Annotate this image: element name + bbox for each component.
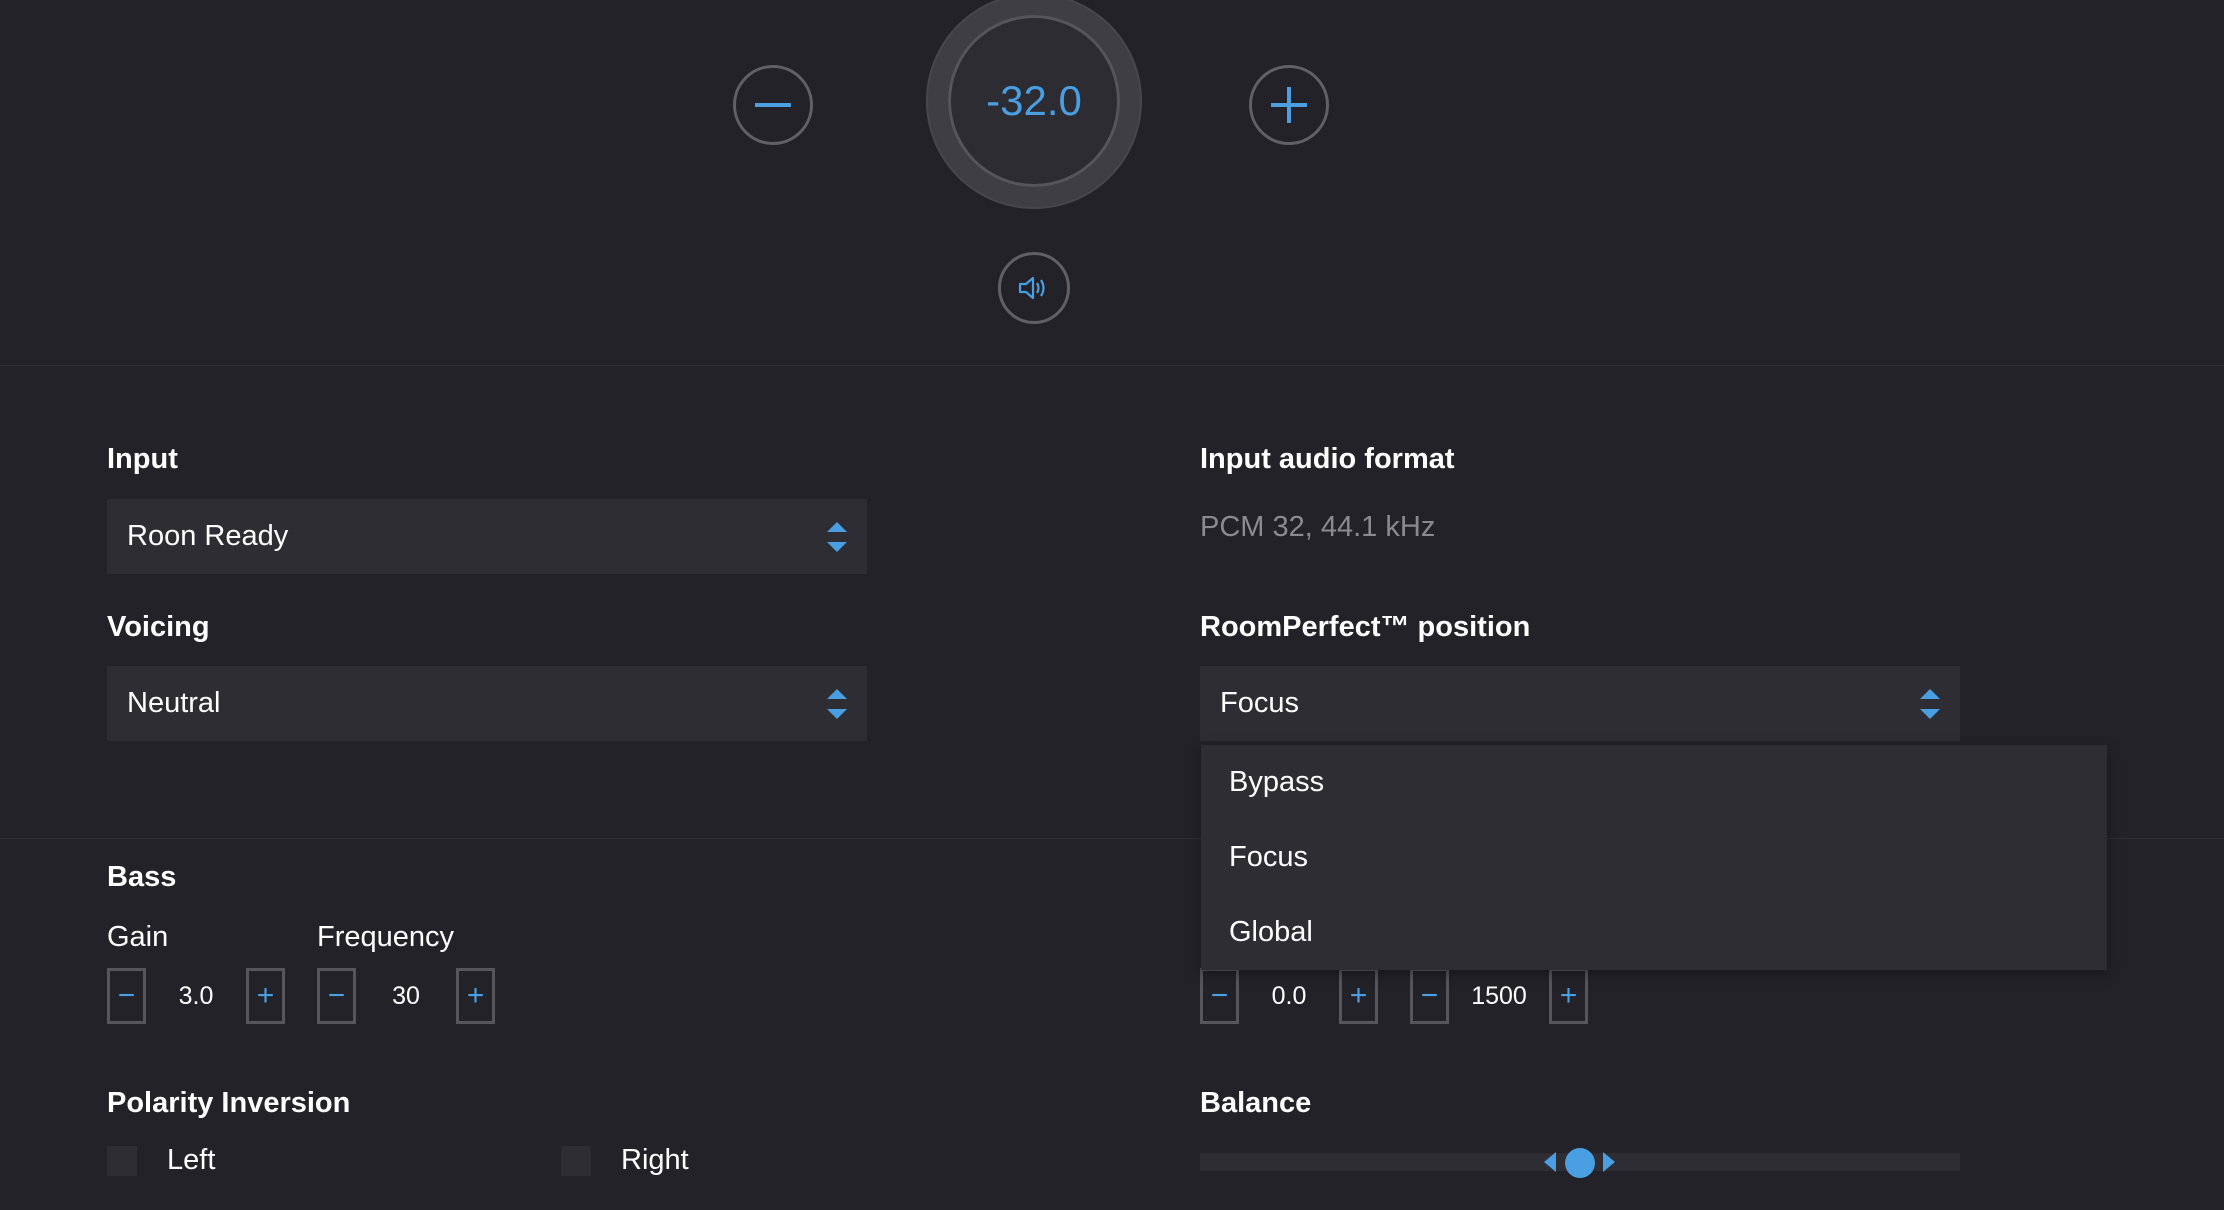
plus-icon — [1271, 87, 1307, 123]
input-select[interactable]: Roon Ready — [107, 499, 867, 574]
dropdown-option-bypass[interactable]: Bypass — [1201, 745, 2107, 820]
balance-right-arrow-icon — [1603, 1152, 1615, 1172]
minus-icon: − — [1210, 979, 1229, 1012]
treble-frequency-decrease-button[interactable]: − — [1410, 968, 1449, 1024]
top-divider — [0, 365, 2224, 366]
input-label: Input — [107, 443, 178, 475]
polarity-left-label: Left — [167, 1144, 216, 1176]
polarity-inversion-label: Polarity Inversion — [107, 1087, 351, 1119]
volume-display: -32.0 — [948, 15, 1120, 187]
bass-frequency-decrease-button[interactable]: − — [317, 968, 356, 1024]
treble-frequency-stepper: − 1500 + — [1410, 968, 1588, 1024]
bass-gain-decrease-button[interactable]: − — [107, 968, 146, 1024]
plus-icon: + — [466, 979, 485, 1012]
roomperfect-select[interactable]: Focus — [1200, 666, 1960, 741]
select-arrows-icon — [827, 521, 847, 552]
select-arrows-icon — [827, 688, 847, 719]
plus-icon: + — [1349, 979, 1368, 1012]
plus-icon: + — [256, 979, 275, 1012]
input-selected-value: Roon Ready — [127, 520, 289, 552]
balance-slider-thumb[interactable] — [1565, 1148, 1595, 1178]
volume-down-button[interactable] — [733, 65, 813, 145]
volume-up-button[interactable] — [1249, 65, 1329, 145]
treble-frequency-increase-button[interactable]: + — [1549, 968, 1588, 1024]
balance-label: Balance — [1200, 1087, 1312, 1119]
roomperfect-dropdown-menu: Bypass Focus Global — [1201, 745, 2107, 970]
bass-frequency-stepper: − 30 + — [317, 968, 495, 1024]
polarity-right-checkbox[interactable] — [561, 1146, 591, 1176]
balance-left-arrow-icon — [1544, 1152, 1556, 1172]
roomperfect-selected-value: Focus — [1220, 687, 1299, 719]
minus-icon: − — [1420, 979, 1439, 1012]
minus-icon: − — [327, 979, 346, 1012]
voicing-selected-value: Neutral — [127, 687, 221, 719]
select-arrows-icon — [1920, 688, 1940, 719]
polarity-left-checkbox[interactable] — [107, 1146, 137, 1176]
mute-button[interactable] — [998, 252, 1070, 324]
minus-icon — [755, 103, 791, 107]
voicing-select[interactable]: Neutral — [107, 666, 867, 741]
polarity-right-label: Right — [621, 1144, 689, 1176]
bass-gain-stepper: − 3.0 + — [107, 968, 285, 1024]
bass-label: Bass — [107, 861, 177, 893]
volume-value: -32.0 — [986, 77, 1082, 124]
voicing-label: Voicing — [107, 611, 210, 643]
input-audio-format-label: Input audio format — [1200, 443, 1455, 475]
treble-gain-value[interactable]: 0.0 — [1239, 968, 1339, 1024]
treble-gain-increase-button[interactable]: + — [1339, 968, 1378, 1024]
dropdown-option-focus[interactable]: Focus — [1201, 820, 2107, 895]
bass-gain-increase-button[interactable]: + — [246, 968, 285, 1024]
speaker-icon — [1018, 276, 1045, 300]
roomperfect-label: RoomPerfect™ position — [1200, 611, 1531, 643]
treble-gain-decrease-button[interactable]: − — [1200, 968, 1239, 1024]
bass-gain-label: Gain — [107, 921, 169, 953]
bass-frequency-value[interactable]: 30 — [356, 968, 456, 1024]
input-audio-format-value: PCM 32, 44.1 kHz — [1200, 511, 1436, 543]
bass-frequency-increase-button[interactable]: + — [456, 968, 495, 1024]
treble-frequency-value[interactable]: 1500 — [1449, 968, 1549, 1024]
bass-gain-value[interactable]: 3.0 — [146, 968, 246, 1024]
dropdown-option-global[interactable]: Global — [1201, 895, 2107, 970]
plus-icon: + — [1559, 979, 1578, 1012]
minus-icon: − — [117, 979, 136, 1012]
bass-frequency-label: Frequency — [317, 921, 455, 953]
treble-gain-stepper: − 0.0 + — [1200, 968, 1378, 1024]
